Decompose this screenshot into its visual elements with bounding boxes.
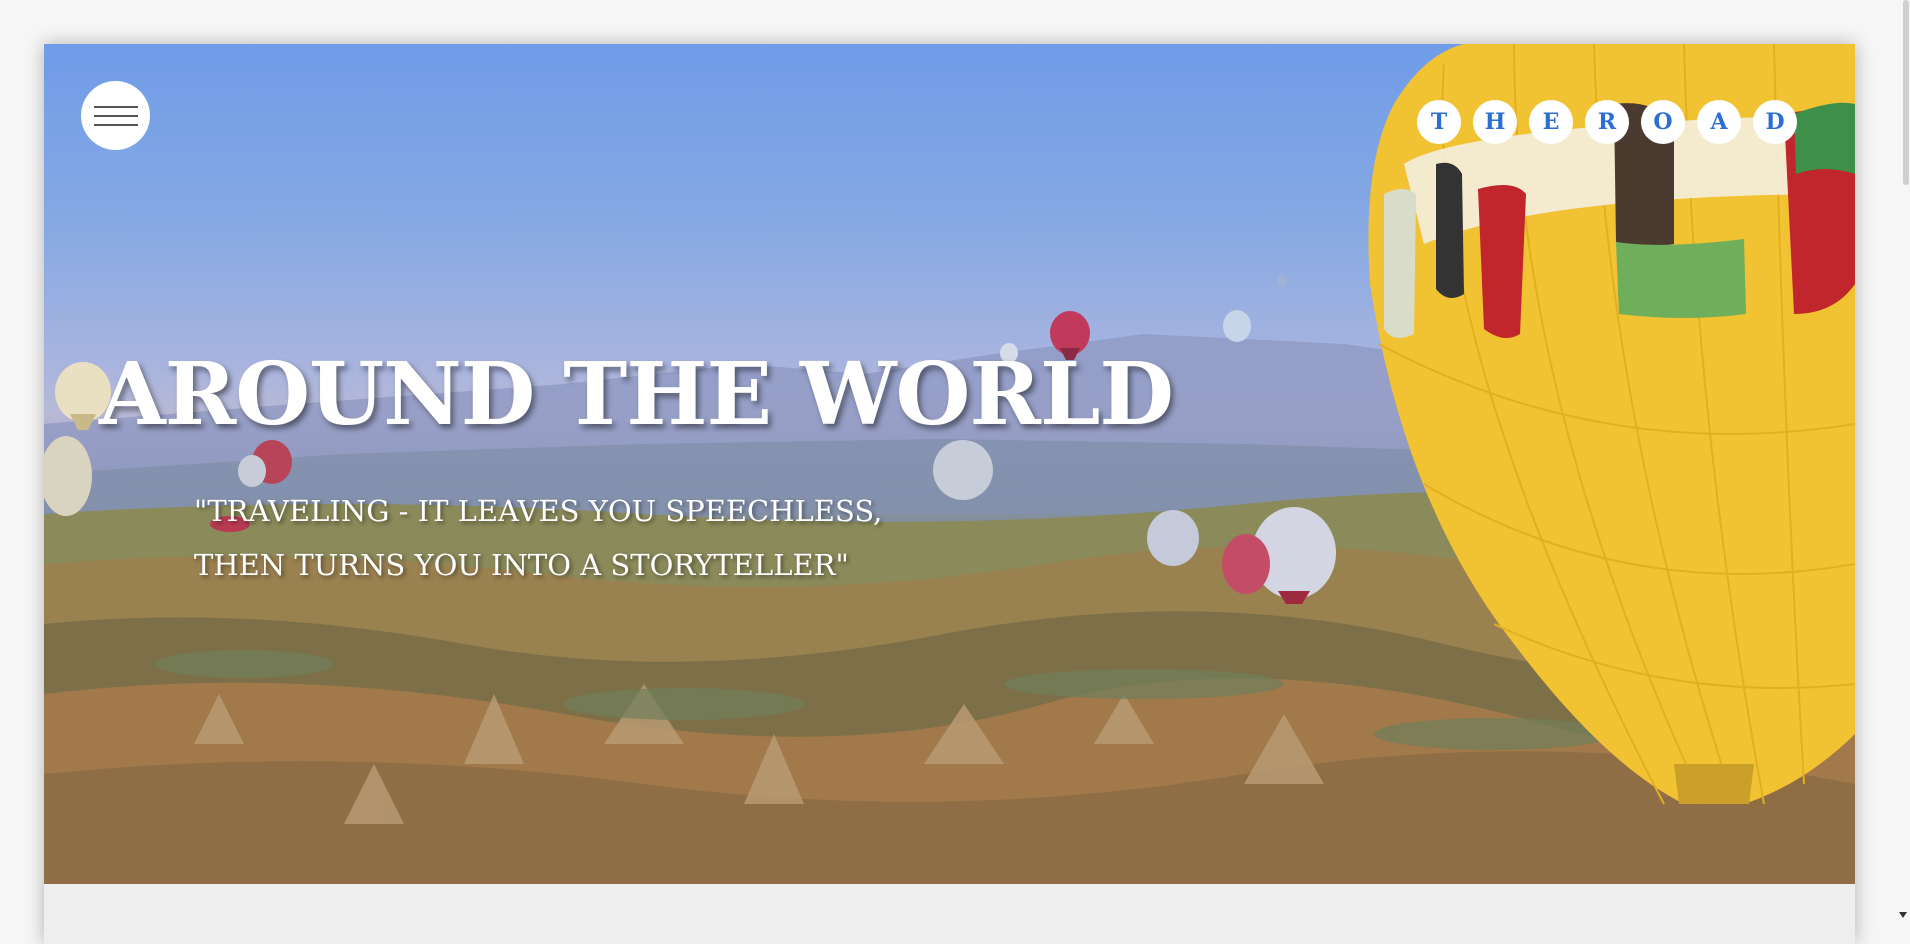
hero-quote: "TRAVELING - IT LEAVES YOU SPEECHLESS, T… xyxy=(194,484,883,592)
hero-title: AROUND THE WORLD xyxy=(99,344,1174,445)
brand-letter: D xyxy=(1753,100,1797,144)
menu-button[interactable] xyxy=(81,81,150,150)
hero-background-image xyxy=(44,44,1855,884)
brand-letter: R xyxy=(1585,100,1629,144)
page-container: T H E R O A D AROUND THE WORLD "TRAVELIN… xyxy=(44,44,1855,944)
brand-letter: A xyxy=(1697,100,1741,144)
brand-letter: E xyxy=(1529,100,1573,144)
brand-logo[interactable]: T H E R O A D xyxy=(1417,100,1797,144)
scroll-down-arrow-icon[interactable] xyxy=(1899,912,1907,918)
brand-letter: T xyxy=(1417,100,1461,144)
quote-line-1: "TRAVELING - IT LEAVES YOU SPEECHLESS, xyxy=(194,494,883,528)
scrollbar-thumb[interactable] xyxy=(1903,0,1909,185)
hamburger-icon xyxy=(93,104,138,128)
brand-letter: O xyxy=(1641,100,1685,144)
quote-line-2: THEN TURNS YOU INTO A STORYTELLER" xyxy=(194,548,849,582)
hero-banner: T H E R O A D AROUND THE WORLD "TRAVELIN… xyxy=(44,44,1855,884)
brand-letter: H xyxy=(1473,100,1517,144)
